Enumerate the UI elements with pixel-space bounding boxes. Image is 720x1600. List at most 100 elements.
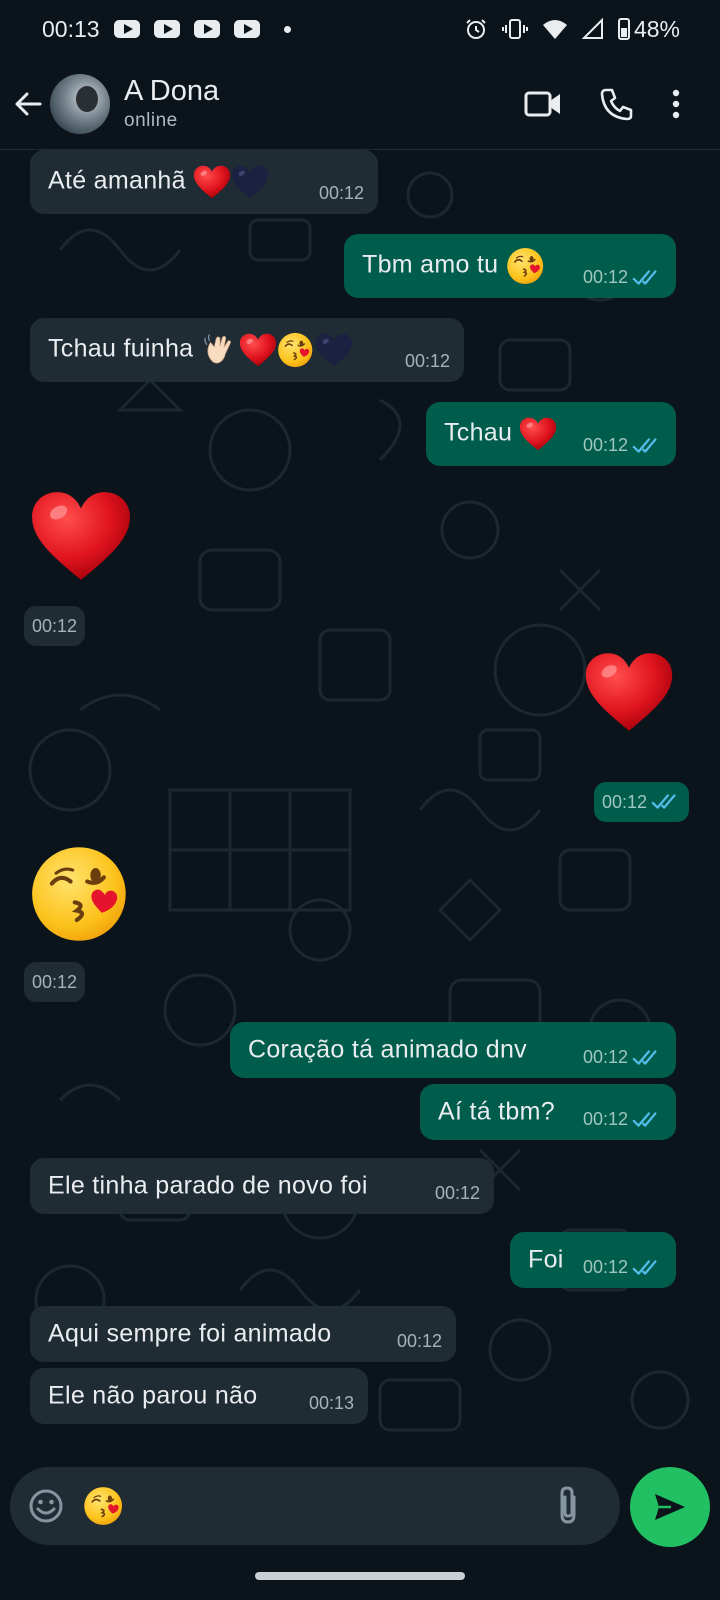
- contact-avatar[interactable]: [50, 73, 110, 134]
- message-text-wrap: Tbm amo tu: [362, 246, 546, 286]
- status-left: 00:13: [42, 16, 291, 43]
- vibrate-icon: [501, 19, 528, 39]
- header-actions: [524, 87, 720, 121]
- black-heart-icon: [315, 333, 353, 367]
- message-time: 00:12: [396, 1331, 442, 1351]
- message-meta: 00:12: [583, 1047, 662, 1068]
- read-receipt-icon: [632, 268, 662, 288]
- message-meta: 00:12: [435, 1183, 480, 1204]
- message-time: 00:12: [404, 351, 450, 371]
- message-text: Tbm amo tu: [362, 250, 499, 279]
- read-receipt-icon: [632, 436, 662, 456]
- message-bubble-outgoing[interactable]: Aí tá tbm? 00:12: [420, 1084, 676, 1140]
- message-text: Ele não parou não: [48, 1381, 258, 1410]
- message-bubble-outgoing[interactable]: Foi 00:12: [510, 1232, 676, 1288]
- message-bubble-outgoing[interactable]: Coração tá animado dnv 00:12: [230, 1022, 676, 1078]
- message-time-stamp: 00:12: [24, 606, 86, 646]
- more-notifications-dot-icon: [283, 25, 291, 33]
- message-text: Ele tinha parado de novo foi: [48, 1171, 368, 1200]
- message-bubble-incoming[interactable]: Tchau fuinha 00:12: [30, 318, 464, 382]
- contact-name: A Dona: [124, 74, 220, 107]
- back-arrow-icon: [15, 92, 42, 115]
- attachment-icon[interactable]: [556, 1485, 580, 1525]
- read-receipt-icon: [632, 1048, 662, 1068]
- message-time: 00:12: [318, 183, 364, 203]
- message-meta: 00:12: [405, 351, 450, 372]
- waving-hand-icon: [201, 331, 239, 369]
- more-options-icon[interactable]: [672, 89, 680, 119]
- send-icon: [655, 1494, 685, 1520]
- red-heart-icon: [519, 417, 557, 451]
- message-bubble-incoming[interactable]: Ele tinha parado de novo foi 00:12: [30, 1158, 494, 1214]
- system-nav-bar: [0, 1555, 720, 1600]
- big-kiss-face-icon[interactable]: [28, 842, 134, 946]
- message-text: Tchau: [444, 418, 513, 447]
- youtube-icon: [153, 20, 180, 38]
- message-time: 00:12: [32, 971, 78, 992]
- message-meta: 00:12: [583, 267, 662, 288]
- back-button[interactable]: [14, 90, 42, 118]
- youtube-icon: [113, 20, 140, 38]
- message-text: Aqui sempre foi animado: [48, 1319, 332, 1348]
- contact-status: online: [124, 109, 178, 131]
- message-text: Até amanhã: [48, 166, 186, 195]
- kiss-face-icon: [506, 246, 546, 286]
- red-heart-icon: [239, 333, 277, 367]
- message-input[interactable]: [10, 1467, 620, 1545]
- message-bubble-outgoing[interactable]: Tchau 00:12: [426, 402, 676, 466]
- big-red-heart-icon[interactable]: [30, 490, 132, 582]
- message-text: Aí tá tbm?: [438, 1097, 555, 1126]
- message-time: 00:12: [32, 615, 78, 636]
- message-time: 00:13: [308, 1393, 354, 1413]
- contact-info[interactable]: A Dona online: [124, 74, 219, 134]
- message-time: 00:12: [582, 267, 628, 287]
- voice-call-icon[interactable]: [600, 87, 634, 121]
- message-meta: 00:12: [397, 1331, 442, 1352]
- message-meta: 00:13: [309, 1393, 354, 1414]
- message-meta: 00:12: [583, 435, 662, 456]
- status-time: 00:13: [42, 15, 100, 42]
- message-meta: 00:12: [319, 183, 364, 204]
- send-button[interactable]: [630, 1467, 710, 1547]
- message-text: Tchau fuinha: [48, 334, 194, 363]
- message-time: 00:12: [582, 1047, 628, 1067]
- status-right: 48%: [464, 16, 680, 43]
- alarm-icon: [466, 19, 486, 39]
- message-bubble-incoming[interactable]: Aqui sempre foi animado 00:12: [30, 1306, 456, 1362]
- message-meta: 00:12: [583, 1257, 662, 1278]
- message-text-wrap: Tchau: [444, 417, 557, 451]
- message-bubble-incoming[interactable]: Ele não parou não 00:13: [30, 1368, 368, 1424]
- big-red-heart-icon[interactable]: [584, 644, 674, 740]
- message-text: Foi: [528, 1245, 564, 1274]
- message-time: 00:12: [602, 791, 648, 812]
- wifi-icon: [542, 20, 567, 39]
- read-receipt-icon: [632, 1258, 662, 1278]
- home-gesture-bar[interactable]: [255, 1572, 465, 1580]
- message-time: 00:12: [582, 1257, 628, 1277]
- message-text: Coração tá animado dnv: [248, 1035, 527, 1064]
- battery-icon: [617, 18, 630, 40]
- video-call-icon[interactable]: [524, 90, 562, 118]
- message-bubble-outgoing[interactable]: Tbm amo tu 00:12: [344, 234, 676, 298]
- message-composer: [0, 1445, 720, 1555]
- emoji-picker-icon[interactable]: [28, 1488, 64, 1524]
- message-meta: 00:12: [583, 1109, 662, 1130]
- message-time-stamp: 00:12: [594, 782, 690, 822]
- message-time-stamp: 00:12: [24, 962, 86, 1002]
- message-time: 00:12: [582, 1109, 628, 1129]
- red-heart-icon: [193, 165, 231, 199]
- message-time: 00:12: [582, 435, 628, 455]
- read-receipt-icon: [651, 792, 681, 812]
- draft-kiss-face-icon: [82, 1485, 126, 1527]
- youtube-icon: [193, 20, 220, 38]
- youtube-icon: [233, 20, 260, 38]
- message-time: 00:12: [434, 1183, 480, 1203]
- message-text-wrap: Até amanhã: [48, 165, 269, 199]
- signal-icon: [581, 18, 603, 39]
- kiss-face-icon: [277, 331, 315, 369]
- message-bubble-incoming[interactable]: Até amanhã 00:12: [30, 150, 378, 214]
- battery-percent: 48%: [633, 15, 680, 42]
- read-receipt-icon: [632, 1110, 662, 1130]
- message-text-wrap: Tchau fuinha: [48, 331, 353, 369]
- message-list[interactable]: Até amanhã 00:12 Tbm amo tu 00:12 Tchau …: [0, 150, 720, 1445]
